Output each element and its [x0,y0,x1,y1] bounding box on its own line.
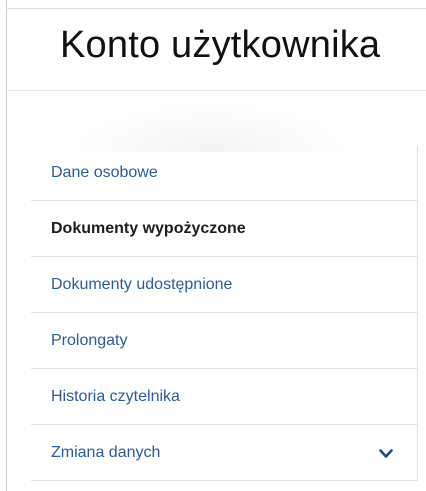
account-nav-menu: Dane osobowe Dokumenty wypożyczone Dokum… [31,145,418,481]
nav-item-dokumenty-wypozyczone[interactable]: Dokumenty wypożyczone [31,201,417,257]
nav-item-label: Dokumenty wypożyczone [51,219,246,237]
nav-item-prolongaty[interactable]: Prolongaty [31,313,417,369]
page-title: Konto użytkownika [60,24,381,66]
background-watermark [40,92,380,152]
nav-item-zmiana-danych[interactable]: Zmiana danych [31,425,417,481]
nav-item-label: Dokumenty udostępnione [51,275,233,293]
nav-item-historia-czytelnika[interactable]: Historia czytelnika [31,369,417,425]
header-divider [6,90,426,91]
account-panel: Konto użytkownika Dane osobowe Dokumenty… [0,0,426,491]
panel-top-border [6,8,426,9]
nav-item-dokumenty-udostepnione[interactable]: Dokumenty udostępnione [31,257,417,313]
chevron-down-icon[interactable] [379,448,393,459]
panel-left-border [6,0,7,491]
nav-item-label: Dane osobowe [51,163,158,181]
nav-item-dane-osobowe[interactable]: Dane osobowe [31,145,417,201]
nav-item-label: Zmiana danych [51,443,161,461]
nav-item-label: Prolongaty [51,331,128,349]
nav-item-label: Historia czytelnika [51,387,180,405]
